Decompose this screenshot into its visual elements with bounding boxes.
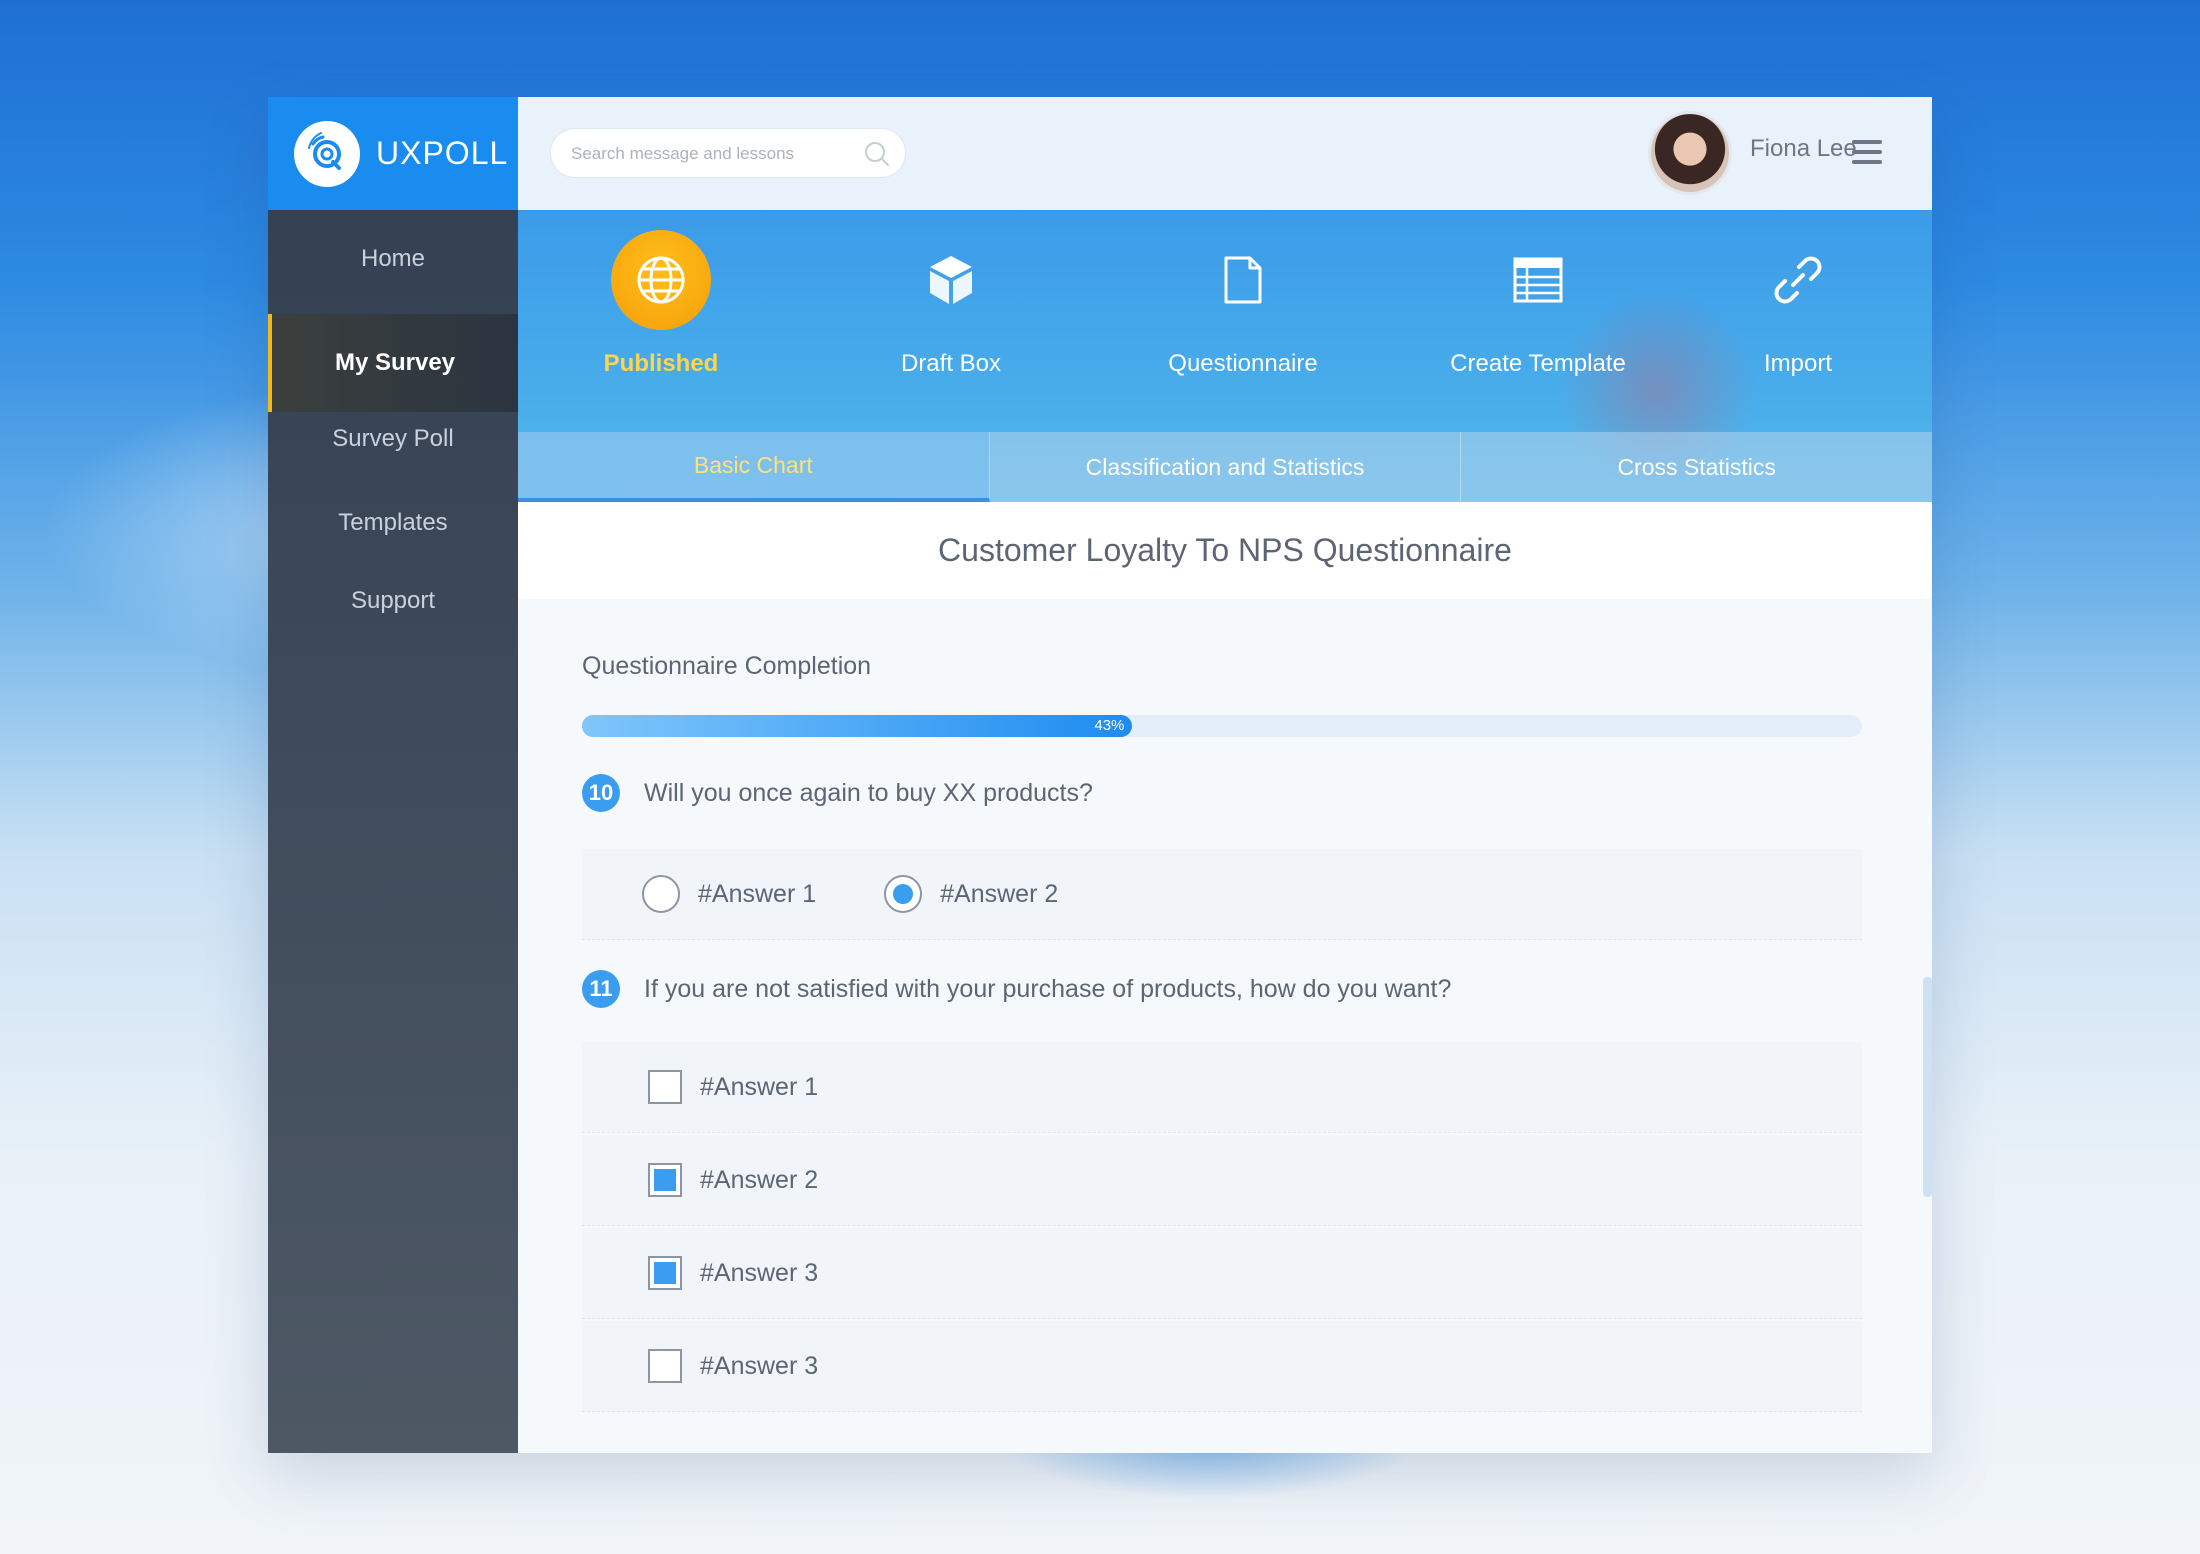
option-label: #Answer 3 bbox=[700, 1258, 819, 1287]
tab-label: Basic Chart bbox=[693, 451, 813, 478]
completion-label: Questionnaire Completion bbox=[582, 652, 872, 680]
top-header: Fiona Lee bbox=[518, 97, 1932, 211]
app-window: UXPOLL Home My Survey Survey Poll Templa… bbox=[268, 97, 1932, 1453]
sidebar-item-support[interactable]: Support bbox=[268, 552, 518, 650]
checkbox-option-answer-2[interactable]: #Answer 2 bbox=[648, 1163, 818, 1197]
checkbox[interactable] bbox=[648, 1349, 682, 1383]
option-label: #Answer 3 bbox=[700, 1351, 819, 1380]
question-text: Will you once again to buy XX products? bbox=[644, 778, 1093, 807]
toolbar-published-button[interactable]: Published bbox=[551, 230, 771, 378]
page-title: Customer Loyalty To NPS Questionnaire bbox=[938, 532, 1512, 568]
answer-row: #Answer 3 bbox=[582, 1321, 1862, 1412]
globe-icon bbox=[611, 230, 711, 330]
question-11: 11 If you are not satisfied with your pu… bbox=[582, 970, 1451, 1008]
radio-button[interactable] bbox=[884, 875, 923, 913]
tab-basic-chart[interactable]: Basic Chart bbox=[518, 432, 990, 502]
question-10: 10 Will you once again to buy XX product… bbox=[582, 774, 1093, 812]
question-number-badge: 11 bbox=[582, 970, 620, 1008]
question-text: If you are not satisfied with your purch… bbox=[644, 974, 1452, 1003]
sidebar-item-label: My Survey bbox=[334, 349, 456, 376]
toolbar-import-button[interactable]: Import bbox=[1688, 230, 1908, 378]
radio-option-answer-1[interactable]: #Answer 1 bbox=[642, 875, 816, 913]
progress-percent-text: 43% bbox=[1094, 717, 1125, 734]
completion-progress-bar: 43% bbox=[582, 715, 1862, 737]
document-icon bbox=[1193, 230, 1293, 330]
answer-row: #Answer 1 bbox=[582, 1042, 1862, 1133]
checkbox-option-answer-3[interactable]: #Answer 3 bbox=[648, 1256, 818, 1290]
question-number-badge: 10 bbox=[582, 774, 620, 812]
option-label: #Answer 1 bbox=[700, 1072, 819, 1101]
checkbox[interactable] bbox=[648, 1070, 682, 1104]
tab-cross-statistics[interactable]: Cross Statistics bbox=[1461, 432, 1932, 502]
link-icon bbox=[1748, 230, 1848, 330]
answer-row: #Answer 1 #Answer 2 bbox=[582, 849, 1862, 940]
tab-label: Cross Statistics bbox=[1617, 453, 1776, 480]
tab-classification-statistics[interactable]: Classification and Statistics bbox=[989, 432, 1462, 502]
survey-content: Customer Loyalty To NPS Questionnaire Qu… bbox=[518, 502, 1932, 1453]
radio-option-answer-2[interactable]: #Answer 2 bbox=[884, 875, 1058, 913]
toolbar-banner: Published Draft Box Questionnaire Create… bbox=[518, 210, 1932, 545]
cube-icon bbox=[901, 230, 1001, 330]
search-input[interactable] bbox=[569, 129, 863, 179]
toolbar-label: Published bbox=[603, 350, 719, 377]
option-label: #Answer 2 bbox=[700, 1165, 819, 1194]
sidebar-item-label: Support bbox=[350, 587, 436, 614]
logo[interactable]: UXPOLL bbox=[268, 97, 518, 210]
sidebar-item-label: Survey Poll bbox=[332, 425, 454, 452]
survey-title-bar: Customer Loyalty To NPS Questionnaire bbox=[518, 502, 1932, 599]
search-box bbox=[550, 128, 906, 179]
checkbox-option-answer-1[interactable]: #Answer 1 bbox=[648, 1070, 818, 1104]
avatar[interactable] bbox=[1648, 111, 1732, 195]
option-label: #Answer 2 bbox=[940, 879, 1059, 908]
checkbox[interactable] bbox=[648, 1256, 682, 1290]
sidebar-item-home[interactable]: Home bbox=[268, 210, 518, 308]
sidebar-item-label: Templates bbox=[338, 509, 448, 536]
user-name[interactable]: Fiona Lee bbox=[1750, 135, 1857, 163]
radio-button[interactable] bbox=[642, 875, 680, 913]
table-icon bbox=[1488, 230, 1588, 330]
tab-label: Classification and Statistics bbox=[1085, 453, 1365, 480]
brand-name: UXPOLL bbox=[376, 135, 509, 171]
toolbar-label: Questionnaire bbox=[1168, 350, 1318, 377]
toolbar-label: Create Template bbox=[1450, 350, 1626, 377]
toolbar-create-template-button[interactable]: Create Template bbox=[1428, 230, 1648, 378]
logo-icon bbox=[294, 120, 360, 187]
option-label: #Answer 1 bbox=[698, 879, 817, 908]
toolbar-draft-box-button[interactable]: Draft Box bbox=[841, 230, 1061, 378]
sidebar-item-label: Home bbox=[360, 245, 426, 272]
checkbox-option-answer-3b[interactable]: #Answer 3 bbox=[648, 1349, 818, 1383]
sidebar: UXPOLL Home My Survey Survey Poll Templa… bbox=[268, 97, 518, 1453]
search-icon[interactable] bbox=[863, 140, 891, 173]
answer-row: #Answer 2 bbox=[582, 1135, 1862, 1226]
toolbar-label: Import bbox=[1763, 350, 1832, 377]
toolbar-questionnaire-button[interactable]: Questionnaire bbox=[1133, 230, 1353, 378]
scrollbar[interactable] bbox=[1923, 977, 1932, 1197]
checkbox[interactable] bbox=[648, 1163, 682, 1197]
answer-row: #Answer 3 bbox=[582, 1228, 1862, 1319]
toolbar-label: Draft Box bbox=[900, 350, 1002, 377]
progress-fill: 43% bbox=[582, 715, 1133, 737]
tab-bar: Basic Chart Classification and Statistic… bbox=[518, 432, 1932, 502]
hamburger-menu-icon[interactable] bbox=[1852, 140, 1882, 164]
